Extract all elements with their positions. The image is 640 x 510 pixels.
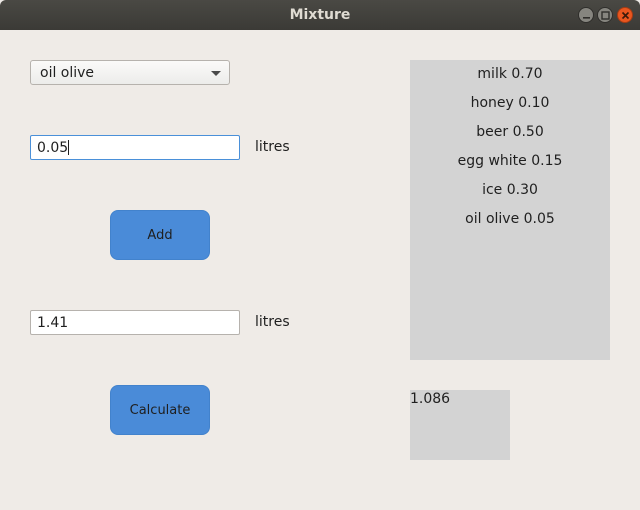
list-item[interactable]: milk 0.70 — [410, 66, 610, 82]
add-button[interactable]: Add — [110, 210, 210, 260]
ingredient-select[interactable]: oil olive — [30, 60, 230, 85]
amount-input-value: 0.05 — [37, 140, 69, 156]
result-value: 1.086 — [410, 391, 451, 407]
mixture-window: Mixture oil olive 0.05 litres Add 1.41 l… — [0, 0, 640, 510]
result-display: 1.086 — [410, 390, 510, 460]
minimize-button[interactable] — [578, 7, 594, 23]
window-title: Mixture — [289, 7, 351, 23]
close-button[interactable] — [617, 7, 633, 23]
calculate-button[interactable]: Calculate — [110, 385, 210, 435]
list-item[interactable]: beer 0.50 — [410, 124, 610, 140]
title-bar: Mixture — [0, 0, 640, 30]
list-item[interactable]: ice 0.30 — [410, 182, 610, 198]
maximize-button[interactable] — [597, 7, 613, 23]
amount-unit-label: litres — [255, 139, 290, 155]
dropdown-arrow-icon — [211, 71, 221, 76]
text-caret — [68, 140, 70, 155]
amount-input[interactable]: 0.05 — [30, 135, 240, 160]
maximize-icon — [601, 11, 610, 20]
list-item[interactable]: egg white 0.15 — [410, 153, 610, 169]
list-item[interactable]: honey 0.10 — [410, 95, 610, 111]
list-item[interactable]: oil olive 0.05 — [410, 211, 610, 227]
total-volume-input-value: 1.41 — [37, 315, 69, 331]
ingredient-select-value: oil olive — [40, 65, 95, 81]
total-volume-input[interactable]: 1.41 — [30, 310, 240, 335]
minimize-icon — [583, 17, 590, 19]
close-icon — [621, 11, 630, 20]
mixture-list[interactable]: milk 0.70 honey 0.10 beer 0.50 egg white… — [410, 60, 610, 360]
total-volume-unit-label: litres — [255, 314, 290, 330]
